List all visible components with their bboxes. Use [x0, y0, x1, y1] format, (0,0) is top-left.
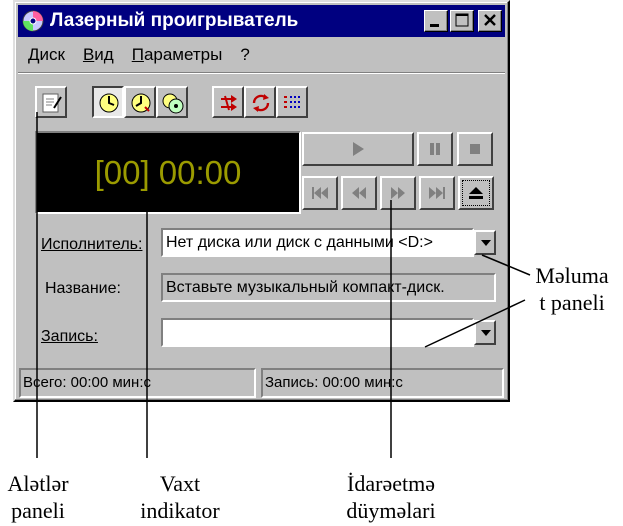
toolbar-annotation: Alətlər paneli	[0, 470, 76, 524]
toolbar-annotation-line2: paneli	[11, 498, 65, 523]
controls-annotation: İdarəetmə düyməlari	[316, 470, 466, 524]
controls-annotation-line1: İdarəetmə	[347, 471, 435, 496]
info-panel-annotation: Məluma t paneli	[521, 262, 623, 316]
info-panel-annotation-line1: Məluma	[535, 263, 609, 288]
toolbar-annotation-line1: Alətlər	[7, 471, 69, 496]
time-indicator-annotation-line1: Vaxt	[159, 471, 201, 496]
time-indicator-annotation: Vaxt indikator	[110, 470, 250, 524]
time-indicator-annotation-line2: indikator	[140, 498, 220, 523]
controls-annotation-line2: düyməlari	[346, 498, 436, 523]
info-panel-annotation-line2: t paneli	[539, 290, 605, 315]
